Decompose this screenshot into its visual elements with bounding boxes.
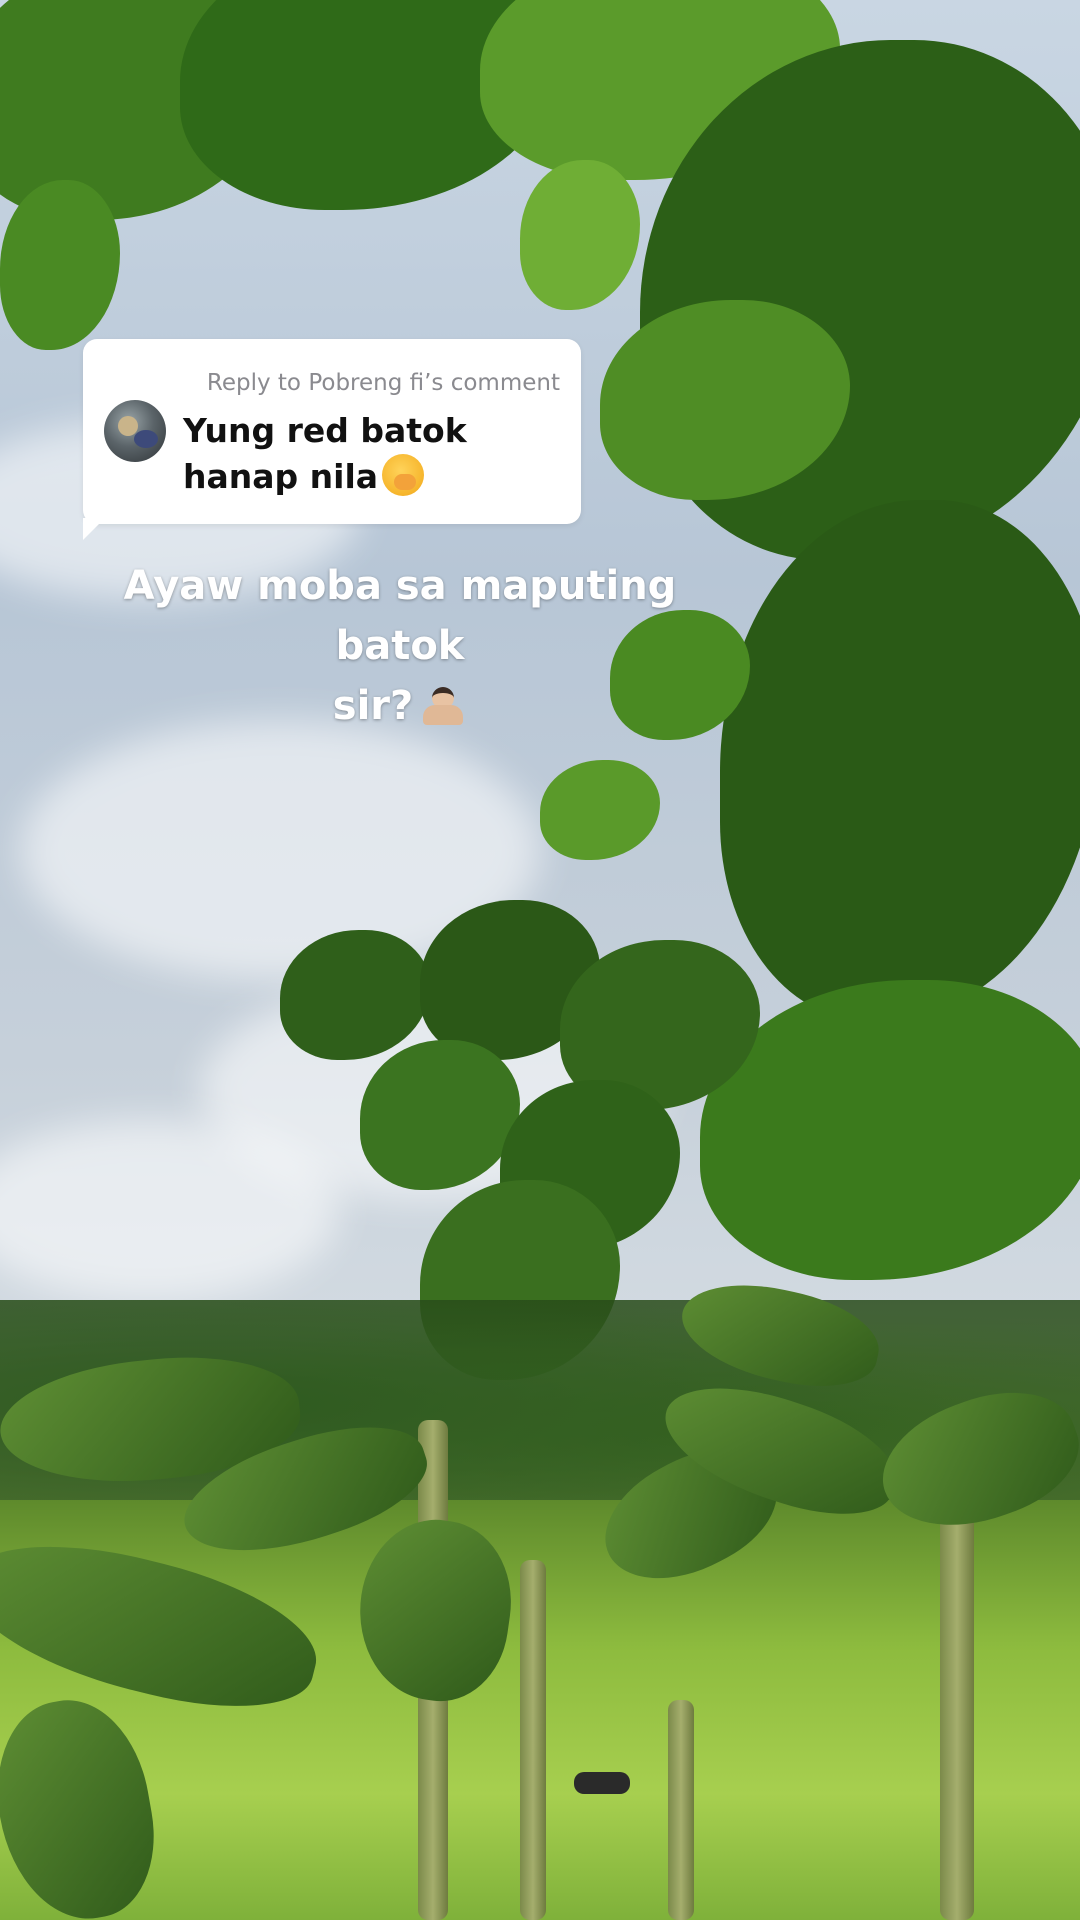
avatar-detail — [118, 416, 138, 436]
caption-line-2: sir? — [90, 676, 710, 736]
person-bowing-emoji-icon — [419, 683, 467, 727]
leaf — [540, 760, 660, 860]
banana-trunk — [520, 1560, 546, 1920]
reply-comment-text: Yung red batok hanap nila — [183, 408, 573, 500]
banana-trunk — [668, 1700, 694, 1920]
avatar-detail — [134, 430, 158, 448]
reply-line-2-text: hanap nila — [183, 457, 379, 496]
leaf — [0, 180, 120, 350]
reply-header: Reply to Pobreng fi’s comment — [206, 370, 560, 396]
commenter-avatar[interactable] — [104, 400, 166, 462]
caption-line-2-text: sir? — [332, 683, 414, 729]
emoji-body — [423, 705, 464, 725]
leaf — [720, 500, 1080, 1020]
hand-over-mouth-emoji-icon — [382, 454, 425, 496]
reply-line-2: hanap nila — [183, 454, 573, 500]
caption-line-1: Ayaw moba sa maputing batok — [123, 563, 677, 669]
reply-line-1: Yung red batok — [183, 411, 467, 450]
reply-card-tail — [83, 518, 105, 540]
video-caption: Ayaw moba sa maputing batok sir? — [90, 556, 710, 736]
leaf — [520, 160, 640, 310]
video-frame[interactable]: Reply to Pobreng fi’s comment Yung red b… — [0, 0, 1080, 1920]
goat — [574, 1772, 630, 1794]
banana-trunk — [940, 1480, 974, 1920]
